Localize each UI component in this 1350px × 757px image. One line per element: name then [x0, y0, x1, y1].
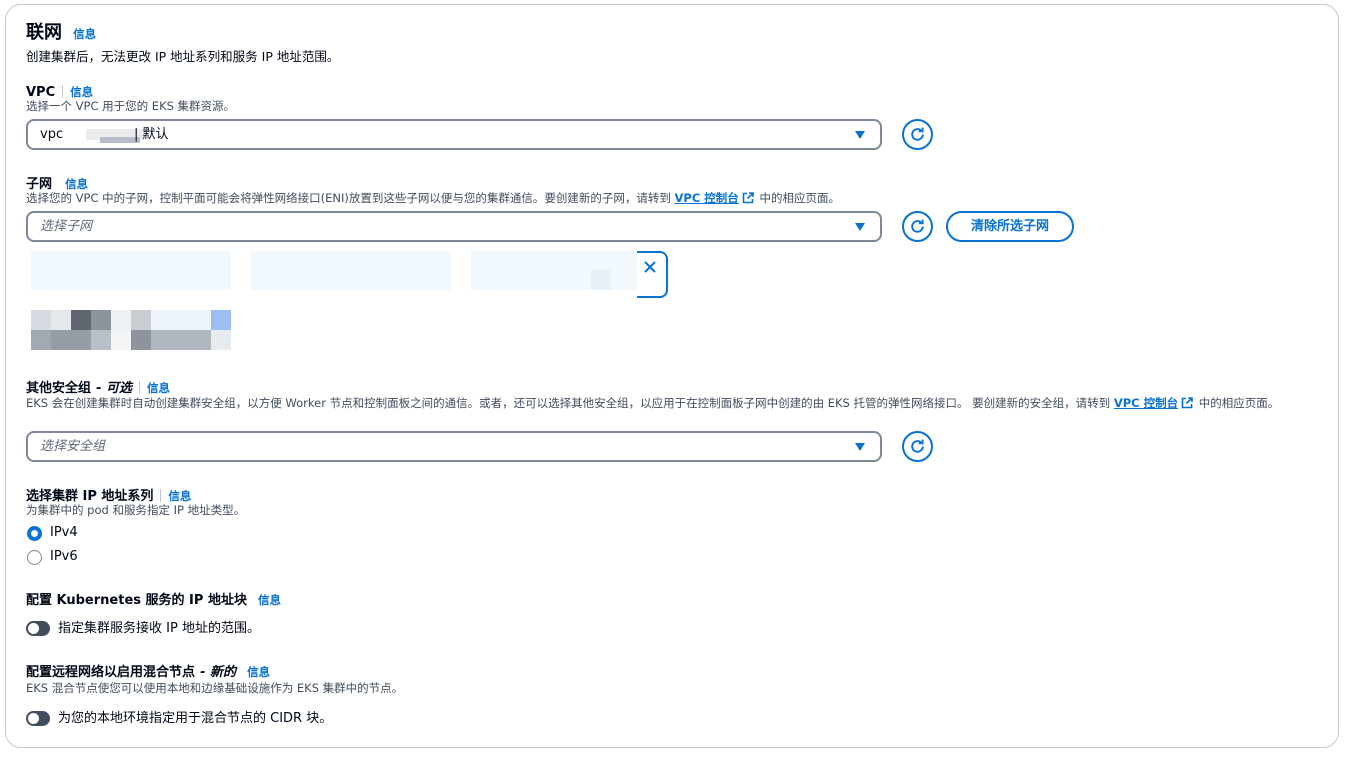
remove-subnet-button[interactable]: [637, 251, 668, 298]
vpc-select-prefix: vpc: [40, 127, 64, 142]
subnet-token: [251, 251, 451, 290]
k8s-info-link[interactable]: 信息: [258, 593, 281, 607]
section-title: 联网: [26, 22, 62, 43]
hybrid-toggle[interactable]: [26, 711, 50, 726]
divider: [62, 85, 64, 98]
caret-down-icon: [855, 131, 865, 139]
sg-vpc-console-link[interactable]: VPC 控制台: [1114, 396, 1178, 410]
subnet-vpc-console-link[interactable]: VPC 控制台: [675, 191, 739, 205]
subnet-description-text: 选择您的 VPC 中的子网，控制平面可能会将弹性网络接口(ENI)放置到这些子网…: [26, 191, 671, 205]
subnet-token: [31, 251, 231, 290]
sg-description: EKS 会在创建集群时自动创建集群安全组，以方便 Worker 节点和控制面板之…: [26, 395, 1311, 411]
refresh-icon: [911, 127, 924, 141]
subnet-select[interactable]: 选择子网: [26, 211, 882, 242]
k8s-label: 配置 Kubernetes 服务的 IP 地址块: [26, 593, 247, 608]
ip-family-info-link[interactable]: 信息: [168, 489, 191, 503]
sg-label: 其他安全组: [26, 381, 92, 396]
sg-placeholder: 选择安全组: [40, 439, 106, 454]
ipv4-label: IPv4: [50, 525, 78, 540]
divider: [139, 381, 141, 394]
k8s-toggle-label: 指定集群服务接收 IP 地址的范围。: [58, 621, 260, 636]
ipv4-radio[interactable]: [27, 526, 42, 541]
toggle-knob: [28, 713, 39, 724]
subnet-description-suffix: 中的相应页面。: [759, 191, 840, 205]
redacted-block: [591, 270, 611, 290]
hybrid-info-link[interactable]: 信息: [247, 665, 270, 679]
ipv6-radio[interactable]: [27, 550, 42, 565]
external-link-icon: [742, 192, 754, 204]
k8s-service-toggle[interactable]: [26, 621, 50, 636]
refresh-icon: [911, 219, 924, 233]
vpc-refresh-button[interactable]: [902, 119, 933, 150]
caret-down-icon: [855, 223, 865, 231]
sg-description-text: EKS 会在创建集群时自动创建集群安全组，以方便 Worker 节点和控制面板之…: [26, 396, 1111, 410]
subnet-description: 选择您的 VPC 中的子网，控制平面可能会将弹性网络接口(ENI)放置到这些子网…: [26, 190, 840, 206]
ipv6-label: IPv6: [50, 549, 78, 564]
sg-refresh-button[interactable]: [902, 431, 933, 462]
close-icon: [644, 261, 656, 273]
ip-family-description: 为集群中的 pod 和服务指定 IP 地址类型。: [26, 503, 246, 517]
section-info-link[interactable]: 信息: [73, 27, 96, 41]
hybrid-label: 配置远程网络以启用混合节点: [26, 665, 196, 680]
security-group-select[interactable]: 选择安全组: [26, 431, 882, 462]
external-link-icon: [1181, 397, 1193, 409]
hybrid-toggle-label: 为您的本地环境指定用于混合节点的 CIDR 块。: [58, 711, 333, 726]
subnet-token: [471, 251, 641, 290]
hybrid-new-badge: - 新的: [200, 665, 237, 680]
caret-down-icon: [855, 443, 865, 451]
sg-description-suffix: 中的相应页面。: [1198, 396, 1280, 410]
divider: [160, 489, 162, 502]
subnet-info-link[interactable]: 信息: [65, 177, 88, 191]
sg-optional: - 可选: [96, 381, 133, 396]
redacted-image: [31, 310, 231, 350]
clear-subnets-button[interactable]: 清除所选子网: [946, 211, 1074, 242]
k8s-label-row: 配置 Kubernetes 服务的 IP 地址块 信息: [26, 589, 281, 609]
hybrid-label-row: 配置远程网络以启用混合节点 - 新的 信息: [26, 661, 270, 681]
hybrid-description: EKS 混合节点使您可以使用本地和边缘基础设施作为 EKS 集群中的节点。: [26, 681, 404, 695]
vpc-info-link[interactable]: 信息: [70, 85, 93, 99]
sg-info-link[interactable]: 信息: [147, 381, 170, 395]
subnet-placeholder: 选择子网: [40, 219, 93, 234]
subnet-refresh-button[interactable]: [902, 211, 933, 242]
section-header: 联网 信息: [26, 22, 96, 44]
vpc-select-suffix: | 默认: [134, 127, 169, 142]
vpc-select[interactable]: vpc | 默认: [26, 119, 882, 150]
toggle-knob: [28, 623, 39, 634]
section-description: 创建集群后，无法更改 IP 地址系列和服务 IP 地址范围。: [26, 49, 340, 64]
refresh-icon: [911, 439, 924, 453]
sg-label-row: 其他安全组 - 可选 信息: [26, 377, 170, 397]
vpc-description: 选择一个 VPC 用于您的 EKS 集群资源。: [26, 99, 236, 113]
